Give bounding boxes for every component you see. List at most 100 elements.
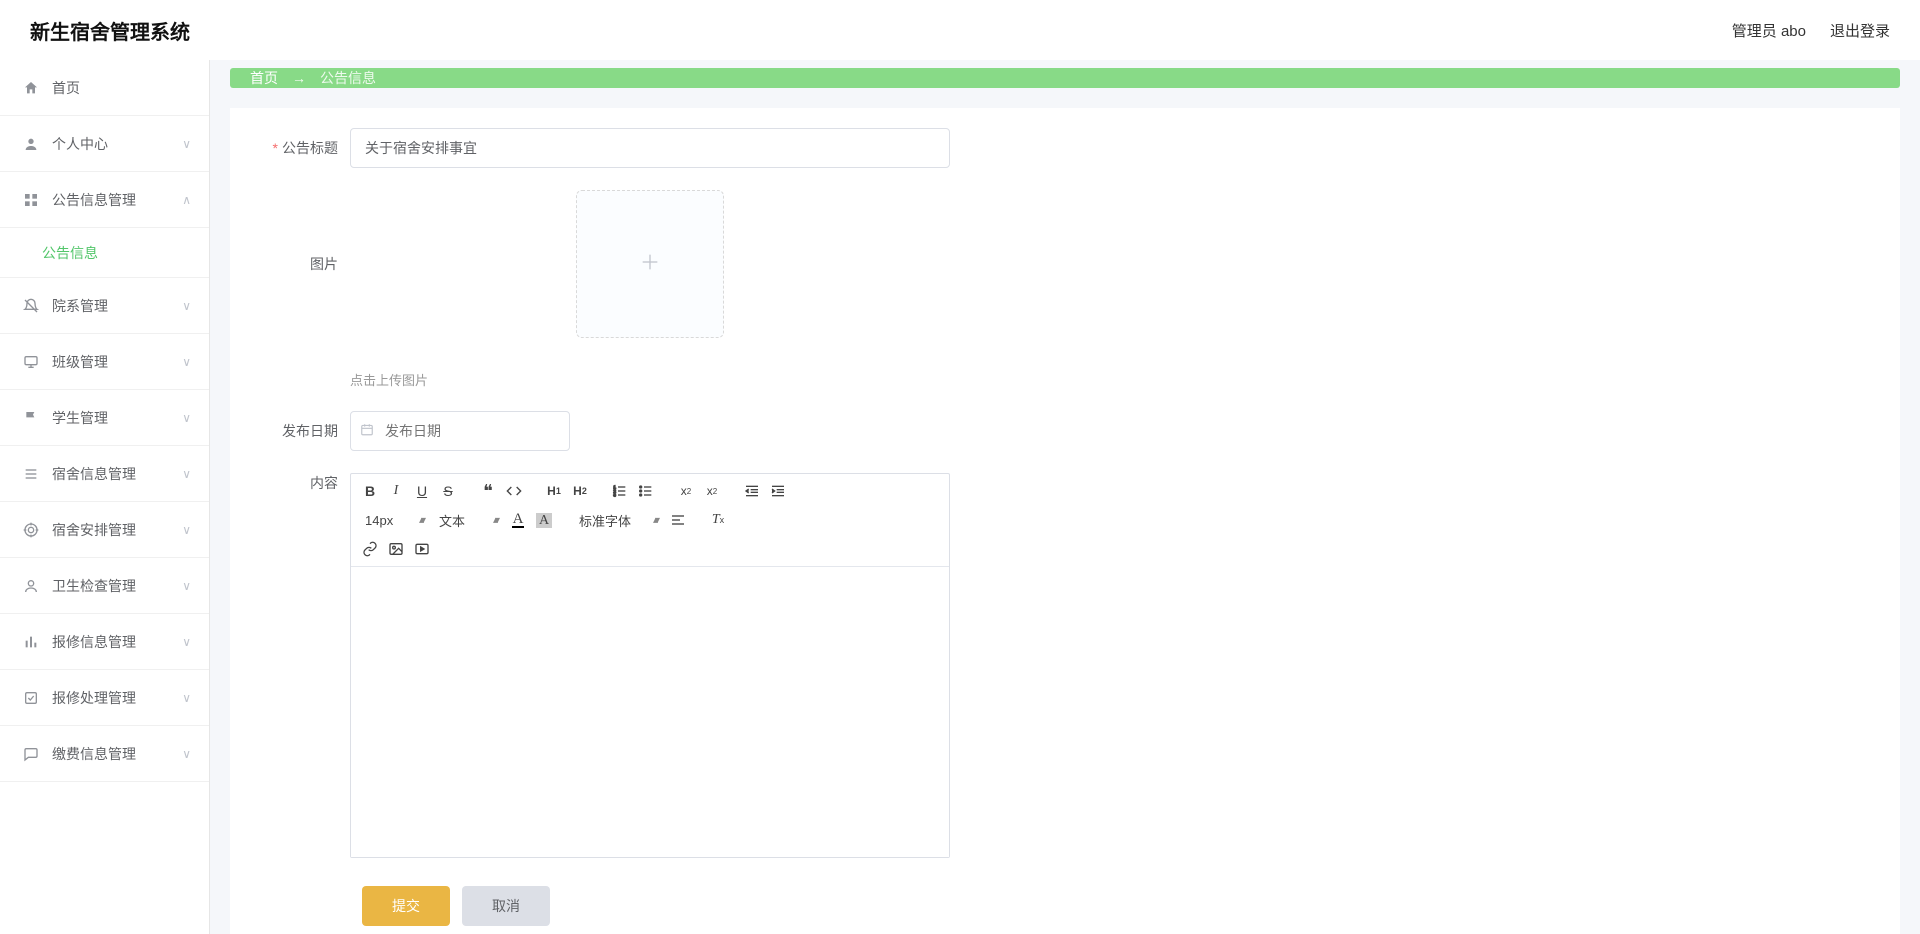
sidebar-item-label: 首页 [52, 78, 80, 98]
sidebar-item-label: 报修处理管理 [52, 688, 136, 708]
chevron-down-icon: ∨ [182, 299, 191, 313]
person2-icon [20, 578, 42, 594]
code-button[interactable] [503, 480, 525, 502]
sidebar-item-5[interactable]: 学生管理 ∨ [0, 390, 209, 446]
date-label: 发布日期 [250, 411, 350, 451]
sidebar-item-label: 缴费信息管理 [52, 744, 136, 764]
breadcrumb-home[interactable]: 首页 [250, 68, 278, 88]
logout-link[interactable]: 退出登录 [1830, 20, 1890, 41]
breadcrumb-separator-icon: → [292, 70, 306, 86]
target-icon [20, 522, 42, 538]
flag-icon [20, 410, 42, 426]
align-button[interactable] [667, 509, 689, 531]
chevron-down-icon: ∨ [182, 691, 191, 705]
superscript-button[interactable]: x2 [701, 480, 723, 502]
sidebar: 首页个人中心 ∨ 公告信息管理∧公告信息院系管理 ∨ 班级管理 ∨ 学生管理 ∨ 宿舍信息管理 ∨… [0, 60, 210, 934]
underline-button[interactable]: U [411, 480, 433, 502]
calendar-icon [360, 423, 374, 440]
sidebar-item-8[interactable]: 卫生检查管理 ∨ [0, 558, 209, 614]
subscript-button[interactable]: x2 [675, 480, 697, 502]
blockquote-button[interactable]: ❝ [477, 480, 499, 502]
ordered-list-button[interactable]: 123 [609, 480, 631, 502]
list-icon [20, 466, 42, 482]
image-label: 图片 [250, 190, 350, 338]
italic-button[interactable]: I [385, 480, 407, 502]
sidebar-item-0[interactable]: 首页 [0, 60, 209, 116]
plus-icon [639, 249, 661, 280]
bars-icon [20, 634, 42, 650]
date-input[interactable] [350, 411, 570, 451]
sidebar-item-label: 卫生检查管理 [52, 576, 136, 596]
chevron-down-icon: ∨ [182, 579, 191, 593]
image-button[interactable] [385, 538, 407, 560]
title-label: 公告标题 [250, 128, 350, 168]
h2-button[interactable]: H2 [569, 480, 591, 502]
sidebar-item-10[interactable]: 报修处理管理 ∨ [0, 670, 209, 726]
editor-toolbar: B I U S ❝ [351, 474, 949, 567]
rich-text-editor: B I U S ❝ [350, 473, 950, 858]
bell-off-icon [20, 298, 42, 314]
font-size-select[interactable]: 14px▴▾ [359, 508, 429, 532]
bold-button[interactable]: B [359, 480, 381, 502]
chevron-down-icon: ∨ [182, 355, 191, 369]
sidebar-item-4[interactable]: 班级管理 ∨ [0, 334, 209, 390]
text-color-button[interactable]: A [507, 509, 529, 531]
chevron-down-icon: ∨ [182, 137, 191, 151]
chevron-down-icon: ∨ [182, 747, 191, 761]
heading-value: 文本 [439, 511, 465, 530]
sidebar-item-label: 院系管理 [52, 296, 108, 316]
strike-button[interactable]: S [437, 480, 459, 502]
monitor-icon [20, 354, 42, 370]
sidebar-item-label: 公告信息管理 [52, 190, 136, 210]
check-icon [20, 690, 42, 706]
sidebar-item-label: 宿舍安排管理 [52, 520, 136, 540]
chevron-down-icon: ∨ [182, 467, 191, 481]
sidebar-item-1[interactable]: 个人中心 ∨ [0, 116, 209, 172]
main-content: 首页 → 公告信息 公告标题 图片 [210, 60, 1920, 934]
sidebar-item-label: 个人中心 [52, 134, 108, 154]
link-button[interactable] [359, 538, 381, 560]
chevron-down-icon: ∨ [182, 411, 191, 425]
content-label: 内容 [250, 473, 350, 493]
h1-button[interactable]: H1 [543, 480, 565, 502]
sidebar-item-6[interactable]: 宿舍信息管理 ∨ [0, 446, 209, 502]
breadcrumb: 首页 → 公告信息 [230, 68, 1900, 88]
sidebar-subitem-2-0[interactable]: 公告信息 [0, 228, 209, 278]
indent-button[interactable] [767, 480, 789, 502]
outdent-button[interactable] [741, 480, 763, 502]
heading-select[interactable]: 文本▴▾ [433, 508, 503, 532]
sidebar-item-label: 宿舍信息管理 [52, 464, 136, 484]
image-upload[interactable] [576, 190, 724, 338]
editor-content[interactable] [351, 567, 949, 857]
svg-text:3: 3 [613, 492, 616, 497]
person-icon [20, 136, 42, 152]
user-label[interactable]: 管理员 abo [1732, 20, 1806, 41]
title-input[interactable] [350, 128, 950, 168]
grid-icon [20, 192, 42, 208]
sidebar-item-11[interactable]: 缴费信息管理 ∨ [0, 726, 209, 782]
app-header: 新生宿舍管理系统 管理员 abo 退出登录 [0, 0, 1920, 60]
unordered-list-button[interactable] [635, 480, 657, 502]
sidebar-item-3[interactable]: 院系管理 ∨ [0, 278, 209, 334]
sidebar-item-label: 学生管理 [52, 408, 108, 428]
submit-button[interactable]: 提交 [362, 886, 450, 926]
video-button[interactable] [411, 538, 433, 560]
clear-format-button[interactable]: Tx [707, 509, 729, 531]
breadcrumb-current: 公告信息 [320, 68, 376, 88]
upload-hint: 点击上传图片 [350, 370, 428, 389]
sidebar-item-9[interactable]: 报修信息管理 ∨ [0, 614, 209, 670]
app-title: 新生宿舍管理系统 [30, 16, 190, 45]
message-icon [20, 746, 42, 762]
home-icon [20, 80, 42, 96]
bg-color-button[interactable]: A [533, 509, 555, 531]
cancel-button[interactable]: 取消 [462, 886, 550, 926]
sidebar-item-7[interactable]: 宿舍安排管理 ∨ [0, 502, 209, 558]
sidebar-item-label: 报修信息管理 [52, 632, 136, 652]
sidebar-item-label: 班级管理 [52, 352, 108, 372]
font-size-value: 14px [365, 513, 393, 528]
font-family-value: 标准字体 [579, 511, 631, 530]
chevron-down-icon: ∨ [182, 523, 191, 537]
font-family-select[interactable]: 标准字体▴▾ [573, 508, 663, 532]
chevron-down-icon: ∨ [182, 635, 191, 649]
sidebar-item-2[interactable]: 公告信息管理∧ [0, 172, 209, 228]
